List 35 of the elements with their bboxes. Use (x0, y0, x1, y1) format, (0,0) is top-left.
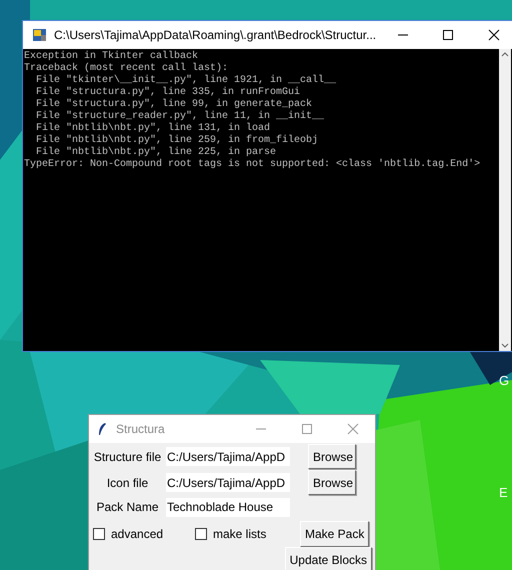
desktop-label: G (499, 372, 510, 390)
feather-icon (97, 422, 107, 436)
console-line: File "tkinter\__init__.py", line 1921, in __call__ (35, 75, 336, 86)
scrollbar[interactable] (499, 49, 511, 351)
push-button[interactable]: Make Pack (300, 520, 370, 546)
console-line: TypeError: Non-Compound root tags is not supported: <class 'nbtlib.tag.End'> (24, 159, 480, 171)
checkbox-label: advanced (111, 526, 164, 542)
console-line: File "structura.py", line 99, in generate_pack (35, 99, 312, 110)
input-field[interactable]: C:/Users/Tajima/AppD (166, 473, 290, 492)
input-field[interactable]: Technoblade House (166, 498, 290, 516)
input-field[interactable]: C:/Users/Tajima/AppD (166, 447, 290, 466)
push-button[interactable]: Browse (308, 470, 356, 495)
console-line: File "nbtlib\nbt.py", line 131, in load (35, 123, 270, 134)
console-line: File "structure_reader.py", line 11, in __init__ (35, 111, 324, 122)
scroll-down-icon[interactable] (501, 343, 509, 349)
close-icon[interactable] (488, 29, 500, 41)
console-app-icon (32, 27, 48, 43)
console-line: Traceback (most recent call last): (24, 63, 228, 74)
scroll-up-icon[interactable] (501, 51, 509, 57)
push-button[interactable]: Browse (308, 444, 356, 469)
window-title: C:\Users\Tajima\AppData\Roaming\.grant\Bedrock\Structur... (54, 27, 376, 44)
desktop-label: E (499, 484, 508, 502)
push-button[interactable]: Update Blocks (284, 547, 372, 570)
checkbox[interactable] (195, 528, 207, 540)
maximize-icon[interactable] (442, 29, 454, 41)
field-label: Icon file (106, 474, 150, 492)
console-line: File "nbtlib\nbt.py", line 259, in from_fileobj (35, 135, 318, 146)
field-label: Structure file (92, 448, 162, 466)
console-line: File "nbtlib\nbt.py", line 225, in parse (35, 147, 276, 158)
checkbox[interactable] (93, 528, 105, 540)
window-title: Structura (116, 421, 165, 438)
field-label: Pack Name (95, 499, 160, 516)
console-line: File "structura.py", line 335, in runFromGui (35, 87, 300, 98)
console-line: Exception in Tkinter callback (24, 51, 198, 62)
checkbox-label: make lists (213, 526, 266, 542)
